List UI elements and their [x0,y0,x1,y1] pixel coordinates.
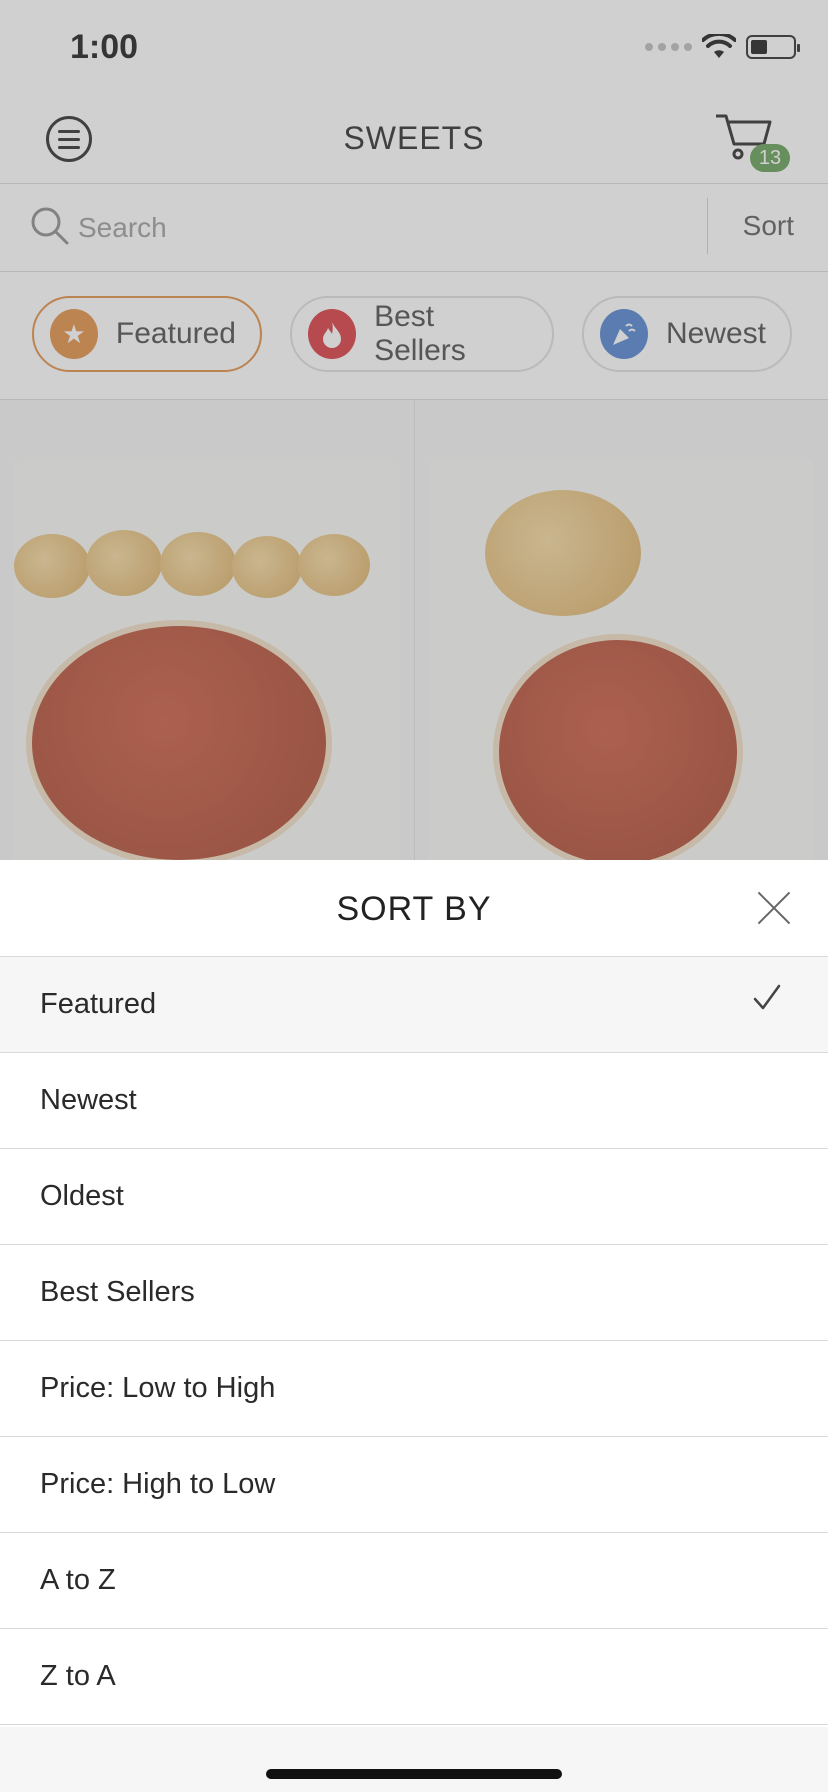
sort-option-label: Price: Low to High [40,1372,276,1404]
sort-option-featured[interactable]: Featured [0,957,828,1053]
sort-option-label: A to Z [40,1564,116,1596]
sort-sheet-header: SORT BY [0,860,828,957]
sort-option-label: Best Sellers [40,1276,195,1308]
sort-sheet: SORT BY Featured Newest Oldest Best Sell… [0,860,828,1792]
sort-option-label: Featured [40,988,157,1020]
sort-option-label: Z to A [40,1660,116,1692]
sort-option-price-high-low[interactable]: Price: High to Low [0,1437,828,1533]
sort-option-best-sellers[interactable]: Best Sellers [0,1245,828,1341]
sort-sheet-title: SORT BY [336,890,492,928]
sort-option-price-low-high[interactable]: Price: Low to High [0,1341,828,1437]
checkmark-icon [753,984,781,1010]
sort-option-newest[interactable]: Newest [0,1053,828,1149]
sort-option-a-to-z[interactable]: A to Z [0,1533,828,1629]
home-indicator-area [0,1727,828,1792]
home-indicator[interactable] [266,1769,562,1779]
modal-backdrop[interactable] [0,0,828,860]
sort-option-oldest[interactable]: Oldest [0,1149,828,1245]
sort-option-label: Oldest [40,1180,124,1212]
sort-option-label: Newest [40,1084,137,1116]
sort-option-z-to-a[interactable]: Z to A [0,1629,828,1725]
close-icon[interactable] [756,890,792,926]
sort-option-label: Price: High to Low [40,1468,276,1500]
